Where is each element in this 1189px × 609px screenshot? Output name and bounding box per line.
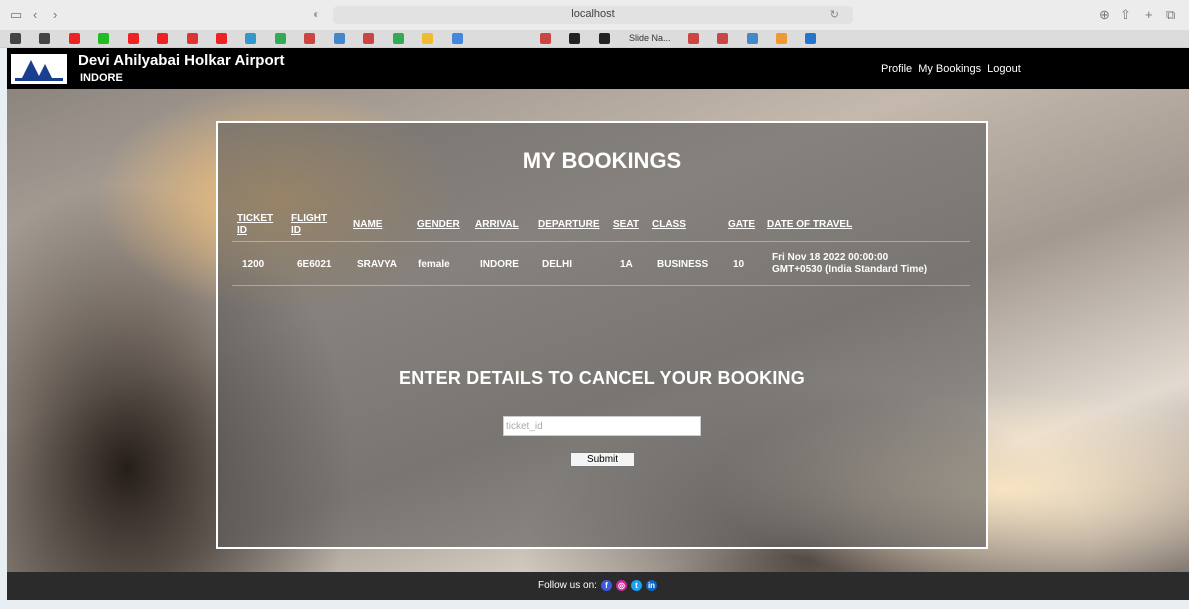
bookings-panel: MY BOOKINGS TICKET ID FLIGHT ID NAME GEN… — [216, 121, 988, 549]
url-text: localhost — [571, 8, 615, 20]
youtube-favicon-icon[interactable] — [157, 33, 168, 44]
back-icon[interactable]: ‹ — [33, 7, 37, 22]
cell-name: SRAVYA — [357, 259, 398, 270]
bookings-title: MY BOOKINGS — [522, 148, 682, 173]
header-arrival: ARRIVAL — [475, 219, 519, 230]
web-page: Devi Ahilyabai Holkar Airport INDORE Pro… — [7, 48, 1189, 600]
address-bar[interactable]: localhost ↻ — [333, 6, 853, 24]
header-gender: GENDER — [417, 219, 460, 230]
cell-ticket-id: 1200 — [242, 259, 265, 270]
gmail-favicon-icon[interactable] — [688, 33, 699, 44]
header-ticket-id-line1: TICKET — [237, 213, 274, 224]
cell-departure: DELHI — [542, 259, 572, 270]
cell-date-of-travel: Fri Nov 18 2022 00:00:00 GMT+0530 (India… — [772, 252, 927, 276]
ticket-id-input[interactable] — [503, 416, 701, 436]
cell-seat: 1A — [620, 259, 633, 270]
gmail-favicon-icon[interactable] — [717, 33, 728, 44]
header-date-of-travel: DATE OF TRAVEL — [767, 219, 853, 230]
browser-toolbar: ▭ ‹ › ◐ localhost ↻ ⊕ ⇧ + ⧉ — [0, 0, 1189, 31]
cell-flight-id: 6E6021 — [297, 259, 332, 270]
cc-favicon-icon[interactable] — [39, 33, 50, 44]
google-favicon-icon[interactable] — [334, 33, 345, 44]
outlook-favicon-icon[interactable] — [805, 33, 816, 44]
privacy-shield-icon[interactable]: ◐ — [313, 7, 320, 21]
cell-gender: female — [418, 259, 450, 270]
twitter-icon[interactable]: t — [631, 580, 642, 591]
site-footer: Follow us on: f ◎ t in — [7, 572, 1189, 600]
chrome-favicon-icon[interactable] — [245, 33, 256, 44]
header-seat: SEAT — [613, 219, 639, 230]
airport-logo[interactable] — [11, 54, 67, 84]
download-icon[interactable]: ⊕ — [1099, 7, 1110, 23]
follow-us-label: Follow us on: — [538, 580, 597, 591]
header-ticket-id: TICKET ID — [237, 213, 273, 237]
cell-gate: 10 — [733, 259, 745, 270]
table-divider — [232, 241, 970, 242]
tab-overview-icon[interactable]: ⧉ — [1166, 7, 1175, 23]
header-class: CLASS — [652, 219, 686, 230]
header-name: NAME — [353, 219, 383, 230]
header-flight-id-line1: FLIGHT — [291, 213, 328, 224]
google-favicon-icon[interactable] — [747, 33, 758, 44]
favorites-bar: Slide Na... — [0, 30, 1189, 48]
forward-icon[interactable]: › — [53, 7, 57, 22]
gmail-favicon-icon[interactable] — [363, 33, 374, 44]
share-icon[interactable]: ⇧ — [1120, 7, 1131, 23]
table-divider — [232, 285, 970, 286]
sidebar-icon[interactable]: ▭ — [10, 7, 22, 23]
cancel-section-title: ENTER DETAILS TO CANCEL YOUR BOOKING — [399, 368, 805, 388]
nav-logout-link[interactable]: Logout — [987, 63, 1021, 75]
instagram-icon[interactable]: ◎ — [616, 580, 627, 591]
bookmark-slide[interactable]: Slide Na... — [629, 33, 671, 43]
new-tab-icon[interactable]: + — [1145, 7, 1153, 22]
sheets-favicon-icon[interactable] — [393, 33, 404, 44]
github-favicon-icon[interactable] — [569, 33, 580, 44]
site-title: Devi Ahilyabai Holkar Airport — [78, 52, 285, 69]
cell-class: BUSINESS — [657, 259, 709, 270]
nav-my-bookings-link[interactable]: My Bookings — [918, 63, 981, 75]
cell-date-line2: GMT+0530 (India Standard Time) — [772, 264, 928, 275]
header-flight-id-line2: ID — [291, 225, 301, 236]
cell-arrival: INDORE — [480, 259, 519, 270]
youtube-favicon-icon[interactable] — [69, 33, 80, 44]
cc-favicon-icon[interactable] — [10, 33, 21, 44]
header-flight-id: FLIGHT ID — [291, 213, 327, 237]
reload-icon[interactable]: ↻ — [830, 8, 839, 21]
whatsapp-favicon-icon[interactable] — [98, 33, 109, 44]
facebook-icon[interactable]: f — [601, 580, 612, 591]
nav-profile-link[interactable]: Profile — [881, 63, 912, 75]
submit-button[interactable]: Submit — [570, 452, 635, 467]
docs-favicon-icon[interactable] — [452, 33, 463, 44]
slides-favicon-icon[interactable] — [422, 33, 433, 44]
drive-favicon-icon[interactable] — [776, 33, 787, 44]
header-gate: GATE — [728, 219, 756, 230]
youtube-favicon-icon[interactable] — [128, 33, 139, 44]
cell-date-line1: Fri Nov 18 2022 00:00:00 — [772, 252, 889, 263]
gmail-favicon-icon[interactable] — [540, 33, 551, 44]
settings-favicon-icon[interactable] — [187, 33, 198, 44]
header-departure: DEPARTURE — [538, 219, 600, 230]
nav-links: Profile My Bookings Logout — [881, 63, 1027, 75]
youtube-favicon-icon[interactable] — [216, 33, 227, 44]
sheets-favicon-icon[interactable] — [275, 33, 286, 44]
gmail-favicon-icon[interactable] — [304, 33, 315, 44]
github-favicon-icon[interactable] — [599, 33, 610, 44]
site-subtitle: INDORE — [80, 72, 123, 84]
linkedin-icon[interactable]: in — [646, 580, 657, 591]
site-navbar: Devi Ahilyabai Holkar Airport INDORE Pro… — [7, 48, 1189, 89]
header-ticket-id-line2: ID — [237, 225, 247, 236]
